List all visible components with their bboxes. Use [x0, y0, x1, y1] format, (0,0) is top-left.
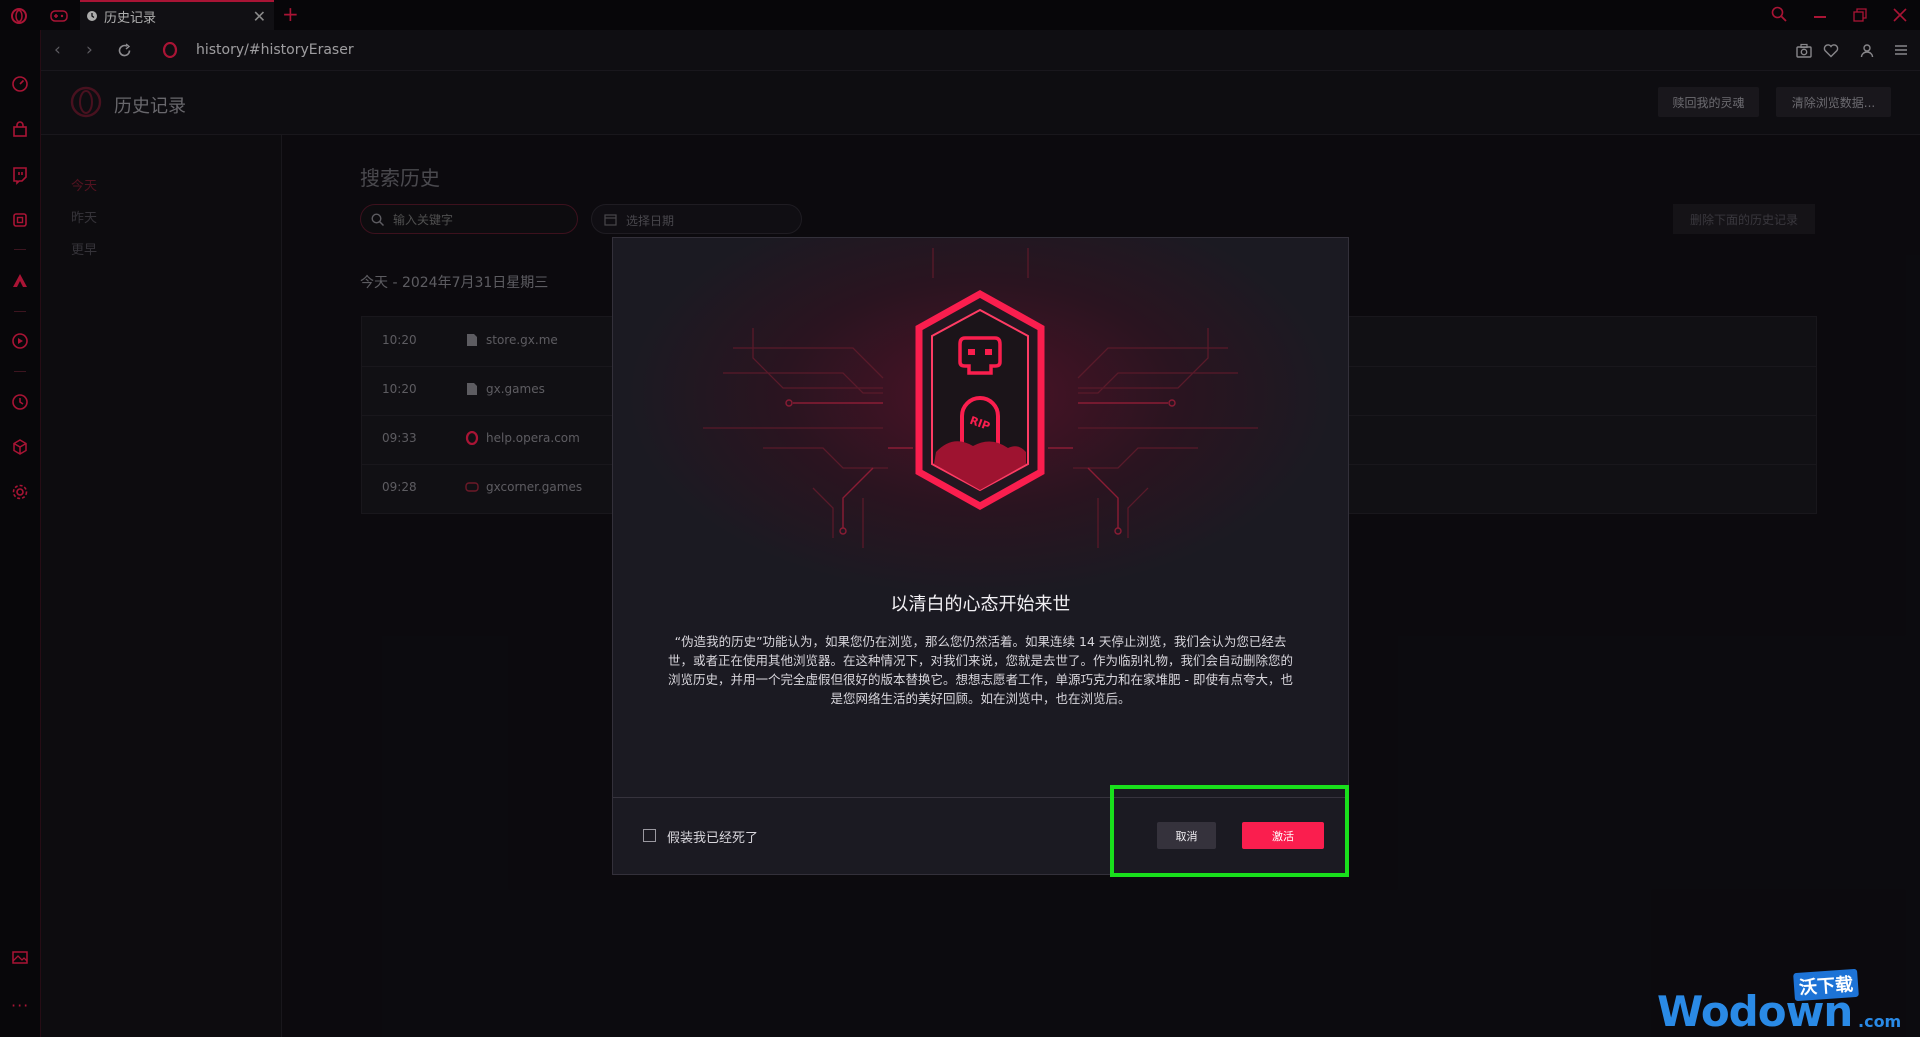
pretend-dead-checkbox[interactable] [643, 829, 656, 842]
watermark-suffix: .com [1858, 1012, 1902, 1031]
circuit-tombstone-icon: RIP [703, 248, 1258, 548]
dialog-title: 以清白的心态开始来世 [890, 594, 1071, 615]
highlight-box [1110, 785, 1349, 877]
pretend-dead-label[interactable]: 假装我已经死了 [667, 827, 758, 846]
watermark-brand: Wodown [1657, 987, 1853, 1036]
dialog-description: “伪造我的历史”功能认为，如果您仍在浏览，那么您仍然活着。如果连续 14 天停止… [668, 634, 1294, 706]
